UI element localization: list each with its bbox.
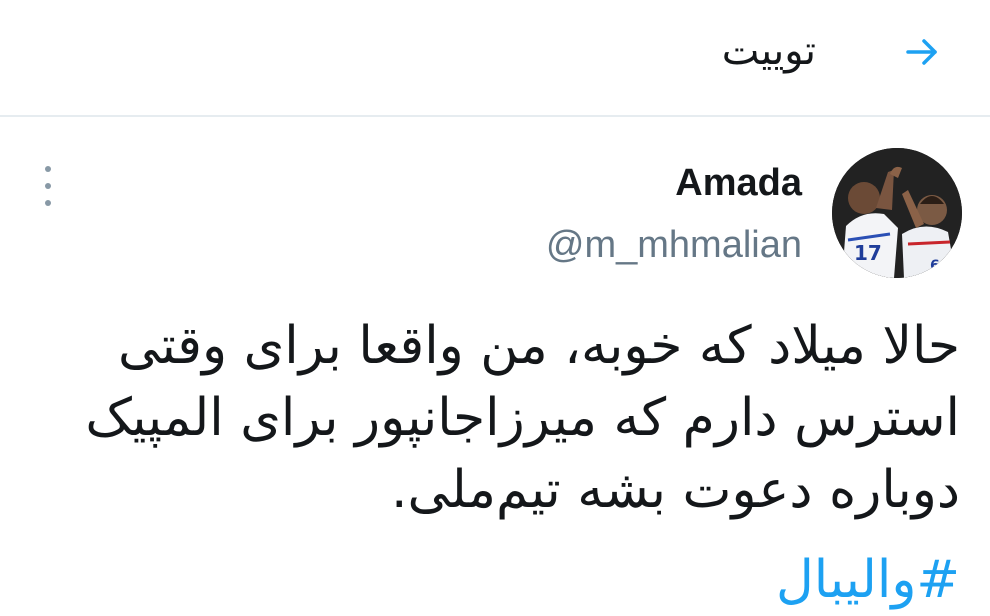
author-display-name[interactable]: Amada bbox=[675, 158, 802, 208]
tweet-body: حالا میلاد که خوبه، من واقعا برای وقتی ا… bbox=[60, 310, 960, 526]
more-vertical-icon[interactable] bbox=[34, 166, 62, 206]
tweet-text-line: استرس دارم که میرزاجانپور برای المپیک bbox=[85, 388, 960, 448]
arrow-right-icon bbox=[906, 39, 937, 65]
svg-text:17: 17 bbox=[854, 241, 882, 265]
hashtag-link[interactable]: #والیبال bbox=[776, 544, 960, 616]
avatar[interactable]: 17 6 bbox=[832, 148, 962, 278]
back-button[interactable] bbox=[898, 28, 946, 76]
page-title: توییت bbox=[721, 28, 816, 74]
svg-text:6: 6 bbox=[930, 258, 940, 274]
tweet-text-line: حالا میلاد که خوبه، من واقعا برای وقتی bbox=[118, 316, 960, 376]
tweet-text-line: دوباره دعوت بشه تیم‌ملی. bbox=[391, 460, 960, 520]
author-handle[interactable]: @m_mhmalian bbox=[546, 220, 802, 270]
avatar-image: 17 6 bbox=[832, 148, 962, 278]
app-header: توییت bbox=[0, 0, 990, 117]
